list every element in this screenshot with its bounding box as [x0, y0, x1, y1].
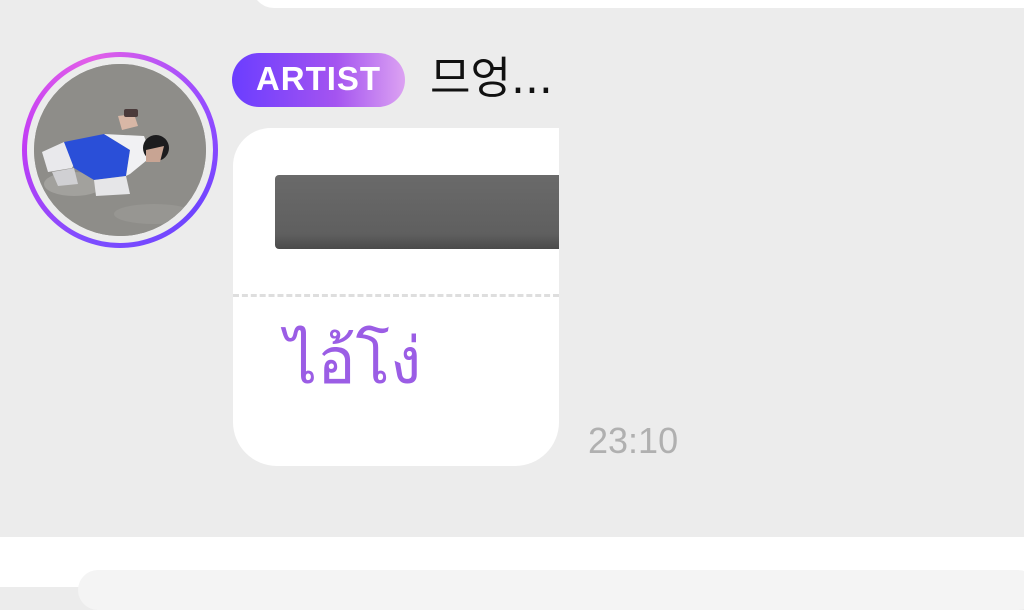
- previous-message-bubble-edge: [252, 0, 1024, 8]
- artist-badge: ARTIST: [232, 53, 405, 107]
- divider: [233, 294, 559, 297]
- avatar[interactable]: [22, 52, 218, 248]
- message-input-field[interactable]: [78, 570, 1024, 610]
- message-bubble[interactable]: ไอ้โง่: [233, 128, 559, 466]
- person-photo-icon: [34, 64, 206, 236]
- avatar-photo: [34, 64, 206, 236]
- message-text: ไอ้โง่: [285, 325, 422, 399]
- message-timestamp: 23:10: [588, 420, 679, 461]
- sender-name: 므엉...: [430, 53, 553, 104]
- redacted-content-bar: [275, 175, 559, 249]
